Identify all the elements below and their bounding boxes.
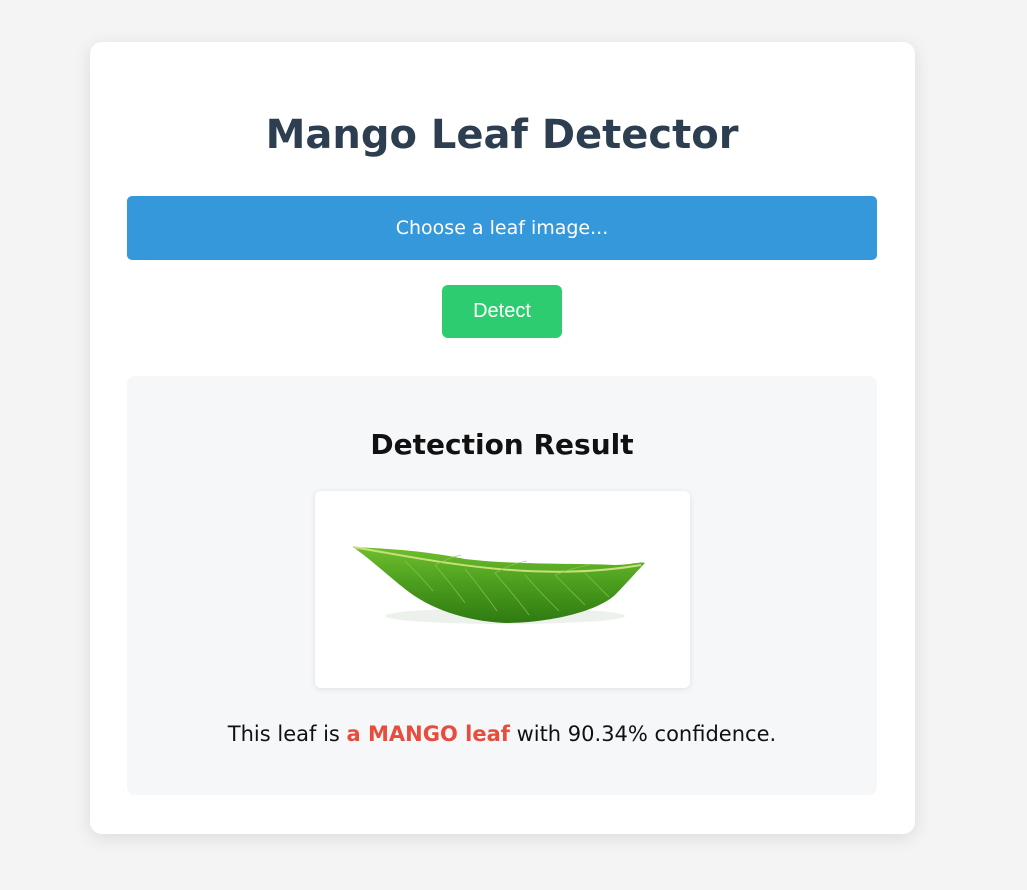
result-suffix: with 90.34% confidence.: [509, 722, 777, 746]
choose-image-button[interactable]: Choose a leaf image...: [127, 196, 877, 260]
detect-button-label: Detect: [473, 300, 531, 322]
result-heading: Detection Result: [370, 428, 634, 461]
result-prefix: This leaf is: [227, 722, 347, 746]
choose-image-label: Choose a leaf image...: [395, 217, 609, 239]
mango-leaf-photo-icon: [352, 546, 645, 624]
page-title: Mango Leaf Detector: [265, 112, 739, 158]
detect-button[interactable]: Detect: [442, 285, 562, 338]
result-verdict: a MANGO leaf: [346, 722, 510, 746]
detector-card: Mango Leaf Detector Choose a leaf image.…: [90, 42, 915, 834]
result-text: This leaf is a MANGO leaf with 90.34% co…: [127, 720, 877, 748]
leaf-image: [315, 491, 690, 688]
detect-row: Detect: [127, 285, 877, 338]
result-panel: Detection Result This leaf is a MANGO le…: [127, 376, 877, 795]
